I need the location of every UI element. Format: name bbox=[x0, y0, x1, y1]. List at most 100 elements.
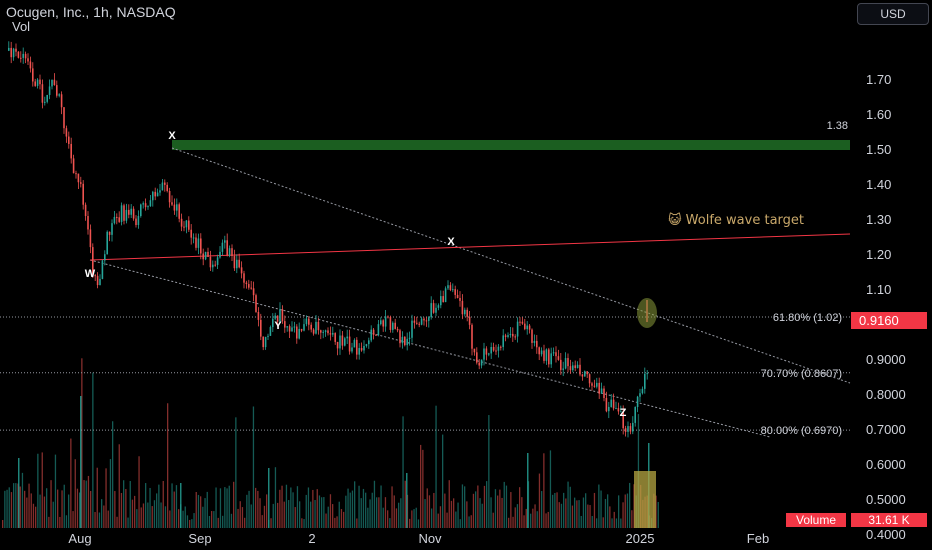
current-price-tag: 0.9160 bbox=[851, 312, 927, 329]
candle-body bbox=[339, 335, 341, 349]
volume-bar bbox=[483, 485, 486, 528]
volume-bar bbox=[263, 505, 266, 528]
volume-bar bbox=[103, 505, 105, 528]
volume-bar bbox=[46, 488, 48, 528]
volume-bar bbox=[244, 517, 246, 528]
volume-bar bbox=[114, 491, 116, 528]
candle-body bbox=[324, 330, 327, 332]
candle-body bbox=[341, 335, 344, 346]
volume-bar bbox=[384, 497, 387, 528]
y-tick-label: 0.9000 bbox=[866, 352, 906, 367]
volume-bar bbox=[318, 495, 321, 528]
volume-bar bbox=[334, 517, 336, 528]
volume-bar bbox=[248, 490, 250, 528]
candle-body bbox=[344, 338, 346, 346]
currency-button[interactable]: USD bbox=[857, 3, 929, 25]
candle-body bbox=[550, 353, 552, 365]
candle-body bbox=[442, 296, 444, 303]
volume-bar bbox=[279, 489, 281, 528]
volume-bar bbox=[519, 487, 521, 528]
volume-bar bbox=[61, 490, 63, 528]
candle-body bbox=[545, 349, 548, 361]
candle-body bbox=[183, 226, 185, 228]
volume-bar bbox=[347, 488, 349, 528]
y-tick-label: 0.5000 bbox=[866, 492, 906, 507]
volume-bar bbox=[596, 518, 598, 528]
volume-bar bbox=[415, 507, 417, 528]
candle-body bbox=[353, 339, 356, 348]
volume-bar bbox=[28, 483, 30, 528]
volume-bar bbox=[70, 438, 72, 528]
candle-body bbox=[68, 136, 70, 144]
candle-body bbox=[135, 218, 137, 225]
candle-body bbox=[65, 128, 68, 137]
lower-channel-line bbox=[89, 259, 771, 438]
candle-body bbox=[540, 350, 543, 355]
candle-body bbox=[58, 94, 60, 96]
candle-body bbox=[634, 407, 636, 423]
candle-body bbox=[334, 333, 336, 342]
volume-bar bbox=[173, 491, 175, 528]
volume-bar bbox=[336, 516, 338, 528]
volume-bar bbox=[389, 518, 391, 528]
candle-body bbox=[180, 218, 183, 227]
volume-bar bbox=[365, 492, 367, 528]
volume-bar bbox=[72, 511, 74, 528]
highlighted-volume-box bbox=[634, 471, 656, 528]
candle-body bbox=[567, 358, 569, 367]
volume-bar bbox=[217, 517, 219, 528]
candle-body bbox=[483, 348, 485, 360]
candle-body bbox=[425, 320, 428, 322]
candle-body bbox=[636, 396, 639, 408]
x-tick-label: Nov bbox=[418, 531, 442, 546]
volume-bar bbox=[591, 516, 593, 528]
candle-body bbox=[128, 209, 130, 215]
volume-bar bbox=[268, 468, 270, 528]
volume-bar bbox=[589, 505, 591, 528]
volume-bar bbox=[151, 506, 153, 528]
volume-bar bbox=[186, 515, 189, 528]
volume-bar bbox=[140, 507, 142, 528]
candle-body bbox=[574, 365, 576, 368]
volume-bar bbox=[527, 453, 529, 528]
candle-body bbox=[524, 323, 526, 330]
price-chart[interactable]: 1.701.601.501.401.301.201.101.00000.9000… bbox=[0, 0, 932, 550]
volume-bar bbox=[565, 498, 567, 528]
candle-body bbox=[267, 335, 269, 337]
candle-body bbox=[375, 334, 377, 336]
candle-body bbox=[579, 364, 581, 375]
volume-bar bbox=[360, 498, 362, 528]
candle-body bbox=[502, 335, 504, 347]
candle-body bbox=[291, 327, 293, 332]
candle-body bbox=[303, 324, 305, 331]
volume-bar bbox=[481, 503, 483, 528]
volume-bar bbox=[274, 467, 277, 528]
candle-body bbox=[322, 331, 324, 333]
candle-body bbox=[36, 79, 39, 86]
volume-bar bbox=[211, 511, 213, 528]
volume-bar bbox=[378, 497, 380, 528]
y-tick-label: 1.70 bbox=[866, 72, 891, 87]
candle-body bbox=[298, 328, 300, 339]
candle-body bbox=[396, 328, 399, 331]
candle-body bbox=[432, 303, 435, 313]
volume-bar bbox=[255, 487, 257, 528]
candle-body bbox=[130, 208, 132, 215]
candle-body bbox=[252, 288, 255, 296]
volume-indicator-label[interactable]: Vol bbox=[12, 19, 30, 34]
y-tick-label: 1.50 bbox=[866, 142, 891, 157]
volume-bar bbox=[10, 492, 13, 528]
volume-bar bbox=[439, 506, 442, 528]
candle-body bbox=[644, 373, 646, 389]
candle-body bbox=[394, 322, 396, 329]
volume-bar bbox=[147, 502, 149, 528]
volume-bar bbox=[338, 501, 340, 528]
volume-bar bbox=[620, 518, 622, 528]
volume-bar bbox=[558, 502, 560, 528]
candle-body bbox=[154, 191, 156, 197]
y-tick-label: 0.7000 bbox=[866, 422, 906, 437]
x-tick-label: Sep bbox=[188, 531, 211, 546]
volume-bar bbox=[600, 490, 602, 528]
volume-bar bbox=[303, 519, 305, 528]
chart-title: Ocugen, Inc., 1h, NASDAQ bbox=[6, 4, 176, 20]
